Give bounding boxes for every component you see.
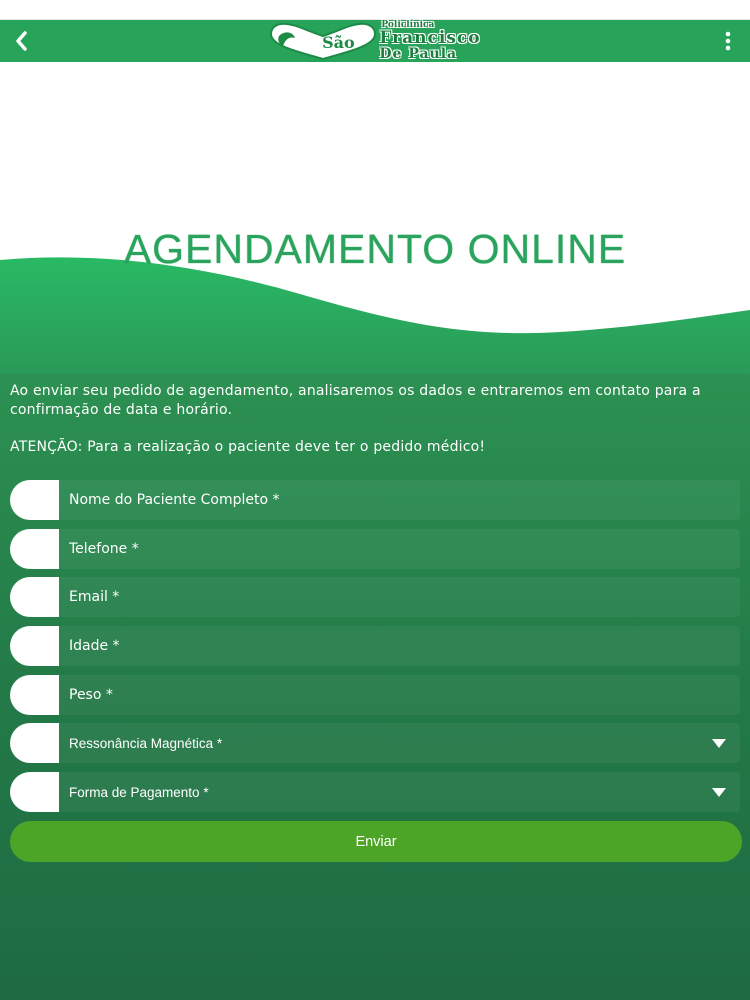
submit-button[interactable]: Enviar bbox=[10, 821, 742, 862]
form-section: Ao enviar seu pedido de agendamento, ana… bbox=[0, 374, 750, 1000]
logo-line2: Francisco bbox=[379, 28, 481, 48]
exam-select[interactable]: Ressonância Magnética * bbox=[10, 723, 740, 763]
email-field bbox=[10, 577, 740, 617]
payment-select[interactable]: Forma de Pagamento * bbox=[10, 772, 740, 812]
caret-down-icon bbox=[712, 787, 726, 797]
back-button[interactable] bbox=[6, 26, 36, 56]
banner: AGENDAMENTO ONLINE bbox=[0, 62, 750, 374]
age-input[interactable] bbox=[59, 626, 740, 666]
phone-input[interactable] bbox=[59, 529, 740, 569]
logo-line3: De Paula bbox=[379, 46, 458, 62]
patient-name-field bbox=[10, 480, 740, 520]
field-pill bbox=[10, 772, 59, 812]
attention-text: ATENÇÃO: Para a realização o paciente de… bbox=[10, 439, 486, 455]
caret-down-icon bbox=[712, 738, 726, 748]
banner-title: AGENDAMENTO ONLINE bbox=[123, 226, 627, 272]
field-pill bbox=[10, 675, 59, 715]
age-field bbox=[10, 626, 740, 666]
field-pill bbox=[10, 529, 59, 569]
weight-field bbox=[10, 675, 740, 715]
more-vertical-icon bbox=[725, 31, 731, 51]
logo: São Policlínica Francisco De Paula bbox=[269, 21, 480, 61]
banner-wave bbox=[0, 257, 750, 374]
field-pill bbox=[10, 577, 59, 617]
logo-heart-icon: São bbox=[269, 22, 377, 61]
weight-input[interactable] bbox=[59, 675, 740, 715]
chevron-left-icon bbox=[16, 31, 27, 51]
exam-select-label: Ressonância Magnética * bbox=[69, 735, 223, 751]
payment-select-label: Forma de Pagamento * bbox=[69, 784, 209, 800]
patient-name-input[interactable] bbox=[59, 480, 740, 520]
logo-text: Policlínica Francisco De Paula bbox=[379, 21, 481, 62]
field-pill bbox=[10, 480, 59, 520]
status-strip bbox=[0, 0, 750, 20]
overflow-menu-button[interactable] bbox=[714, 26, 742, 56]
email-input[interactable] bbox=[59, 577, 740, 617]
intro-text: Ao enviar seu pedido de agendamento, ana… bbox=[10, 383, 701, 418]
phone-field bbox=[10, 529, 740, 569]
field-pill bbox=[10, 723, 59, 763]
logo-sao-text: São bbox=[322, 32, 355, 52]
field-pill bbox=[10, 626, 59, 666]
top-bar: São Policlínica Francisco De Paula bbox=[0, 20, 750, 62]
